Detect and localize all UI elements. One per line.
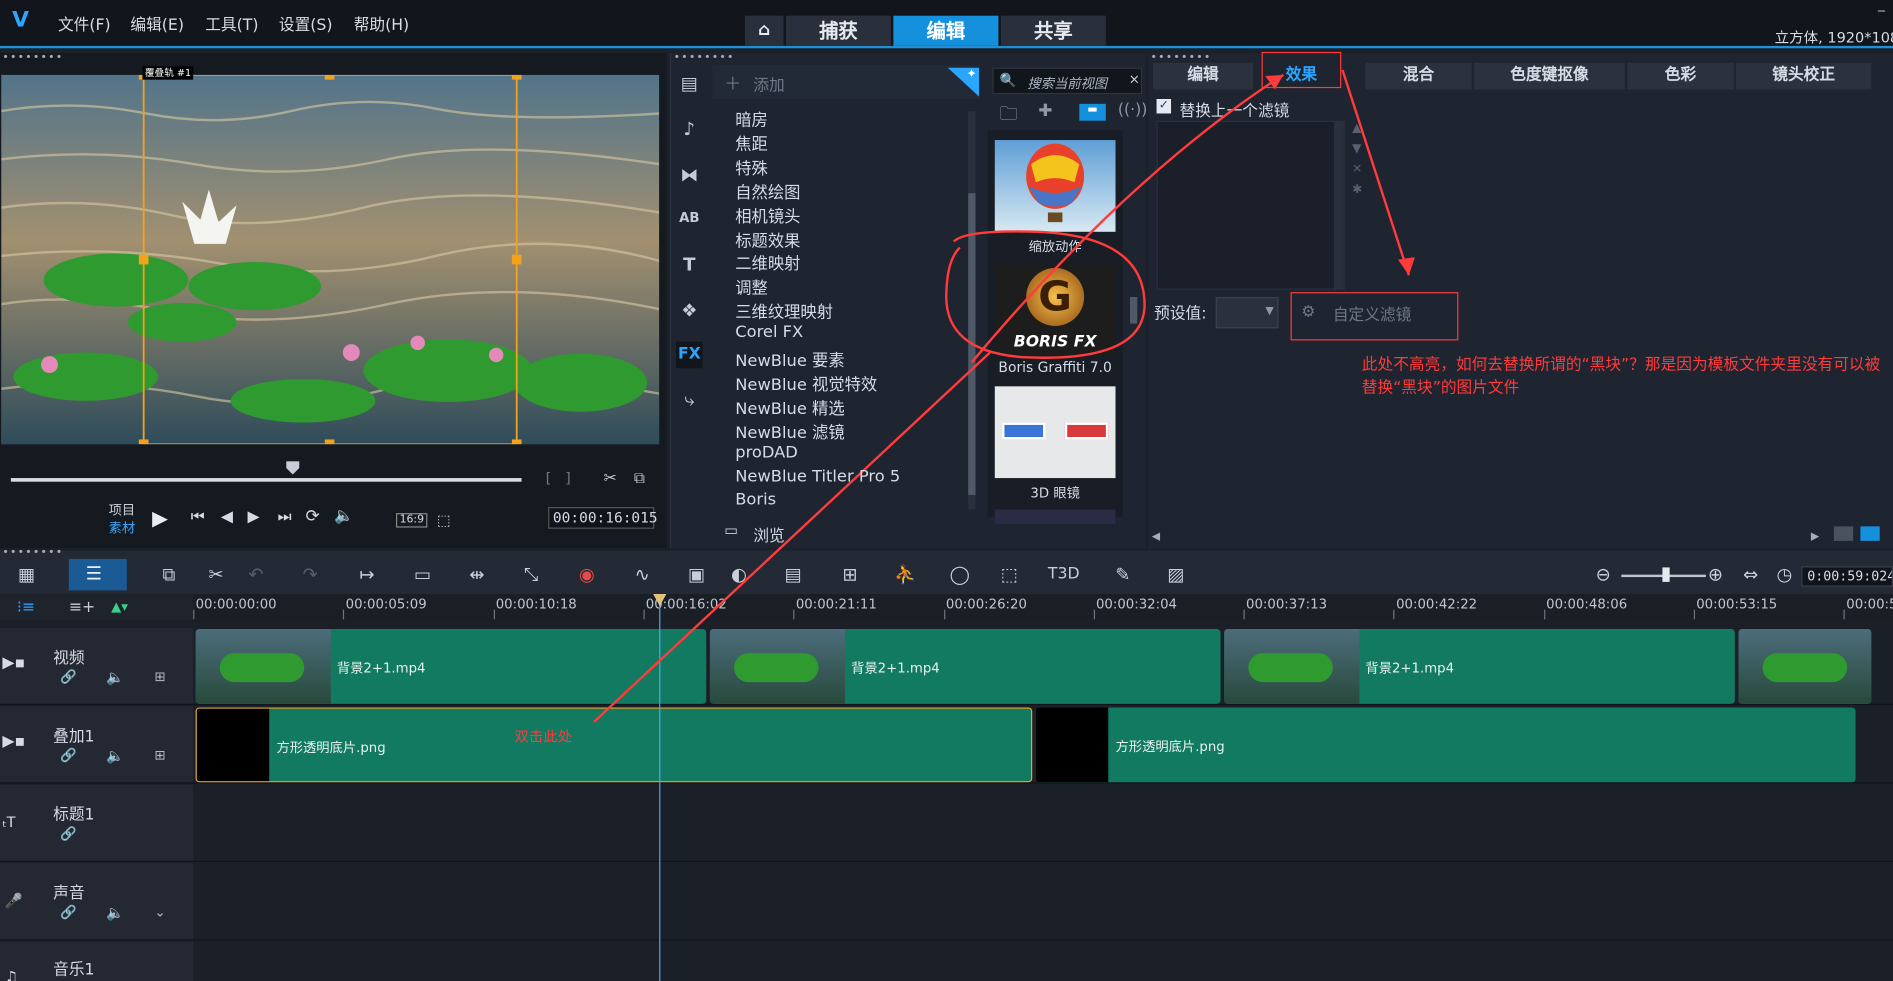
category-item[interactable]: NewBlue Titler Pro 5	[735, 467, 900, 486]
category-item[interactable]: NewBlue 精选	[735, 395, 844, 418]
category-item[interactable]: NewBlue 要素	[735, 346, 844, 370]
arrowhead-effect	[1265, 74, 1284, 90]
category-item[interactable]: 相机镜头	[735, 202, 800, 226]
category-item[interactable]: NewBlue 滤镜	[735, 419, 844, 442]
category-item[interactable]: Corel FX	[735, 322, 803, 341]
category-item[interactable]: 自然绘图	[735, 178, 800, 202]
category-item[interactable]: 特殊	[735, 154, 768, 178]
category-item[interactable]: Boris	[735, 491, 776, 510]
category-item[interactable]: 二维映射	[735, 250, 800, 274]
arrowhead-custom	[1398, 257, 1415, 276]
annotation-overlay	[593, 69, 1415, 723]
boris-circle	[945, 230, 1146, 359]
category-item[interactable]: 标题效果	[735, 226, 800, 250]
category-item[interactable]: 三维纹理映射	[735, 298, 833, 322]
arrow-to-effect-tab	[970, 73, 1284, 363]
category-item[interactable]: NewBlue 视觉特效	[735, 370, 877, 394]
category-item[interactable]: 调整	[735, 274, 768, 298]
category-item[interactable]: 暗房	[735, 106, 768, 130]
category-item[interactable]: 焦距	[735, 130, 768, 154]
arrow-to-custom-filter	[1341, 69, 1411, 276]
category-item[interactable]: proDAD	[735, 443, 798, 462]
